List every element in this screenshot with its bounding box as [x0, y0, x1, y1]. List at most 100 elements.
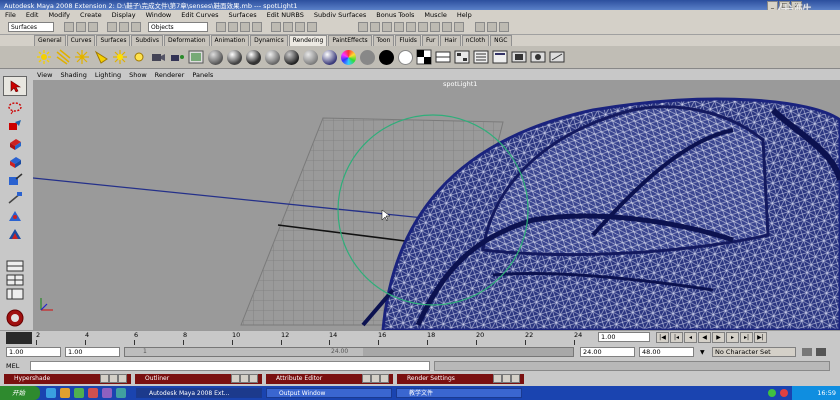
snap-point-icon[interactable]: [240, 22, 250, 32]
tray-icon[interactable]: [768, 389, 776, 397]
save-scene-icon[interactable]: [88, 22, 98, 32]
start-button[interactable]: 开始: [0, 386, 40, 400]
step-forward-frame-button[interactable]: ▸: [726, 332, 739, 343]
shelf-tab-subdivs[interactable]: Subdivs: [131, 35, 164, 46]
rainbow-shader-icon[interactable]: [340, 49, 356, 65]
step-back-frame-button[interactable]: ◂: [684, 332, 697, 343]
selection-mask-select[interactable]: Objects: [148, 22, 208, 32]
range-end-field[interactable]: 48.00: [639, 347, 694, 357]
range-bar-track[interactable]: 1 24.00: [124, 347, 574, 357]
shelf-tab-rendering[interactable]: Rendering: [288, 35, 328, 46]
menu-subdiv-surfaces[interactable]: Subdiv Surfaces: [309, 11, 371, 19]
shelf-tab-curves[interactable]: Curves: [66, 35, 96, 46]
menu-bonus-tools[interactable]: Bonus Tools: [371, 11, 419, 19]
shelf-tab-painteffects[interactable]: PaintEffects: [328, 35, 372, 46]
menu-create[interactable]: Create: [75, 11, 107, 19]
play-backwards-button[interactable]: ◀: [698, 332, 711, 343]
character-set-field[interactable]: No Character Set: [712, 347, 796, 357]
viewport-menu-renderer[interactable]: Renderer: [151, 71, 189, 79]
shelf-tab-general[interactable]: General: [34, 35, 66, 46]
perspective-viewport[interactable]: View Shading Lighting Show Renderer Panels sp…: [33, 70, 840, 330]
spot-light-icon[interactable]: [93, 49, 109, 65]
move-tool[interactable]: [3, 134, 27, 154]
history-icon[interactable]: [271, 22, 281, 32]
menu-modify[interactable]: Modify: [43, 11, 75, 19]
open-scene-icon[interactable]: [76, 22, 86, 32]
soft-mod-icon[interactable]: [442, 22, 452, 32]
lambert-shader-icon[interactable]: [207, 49, 223, 65]
step-back-key-button[interactable]: |◂: [670, 332, 683, 343]
show-manipulator-tool[interactable]: [3, 224, 27, 244]
show-manip-icon[interactable]: [454, 22, 464, 32]
universal-manipulator-tool[interactable]: [3, 188, 27, 208]
universal-manip-icon[interactable]: [430, 22, 440, 32]
menu-edit-nurbs[interactable]: Edit NURBS: [262, 11, 309, 19]
snap-curve-icon[interactable]: [228, 22, 238, 32]
scale-tool[interactable]: [3, 170, 27, 190]
menu-muscle[interactable]: Muscle: [419, 11, 452, 19]
lasso-tool[interactable]: [3, 98, 27, 118]
anisotropic-shader-icon[interactable]: [283, 49, 299, 65]
ambient-light-icon[interactable]: [36, 49, 52, 65]
task-output-window[interactable]: Output Window: [266, 388, 392, 398]
time-ruler[interactable]: 2 4 6 8 10 12 14 16 18 20 22 24: [36, 331, 596, 345]
point-light-icon[interactable]: [74, 49, 90, 65]
task-folder[interactable]: 教学文件: [396, 388, 522, 398]
rotate-tool[interactable]: [3, 152, 27, 172]
checker-texture-icon[interactable]: [416, 49, 432, 65]
animation-prefs-icon[interactable]: [816, 348, 826, 356]
shading-map-icon[interactable]: [397, 49, 413, 65]
shelf-tab-ngc[interactable]: NGC: [490, 35, 512, 46]
outliner-layout[interactable]: [3, 284, 27, 304]
menu-display[interactable]: Display: [107, 11, 141, 19]
menu-window[interactable]: Window: [141, 11, 177, 19]
viewport-menu-show[interactable]: Show: [125, 71, 151, 79]
tool-settings-icon[interactable]: [499, 22, 509, 32]
hypershade-icon[interactable]: [454, 49, 470, 65]
soft-modification-tool[interactable]: [3, 206, 27, 226]
blinn-shader-icon[interactable]: [226, 49, 242, 65]
ipr-icon[interactable]: [530, 49, 546, 65]
render-view-icon[interactable]: [435, 49, 451, 65]
camera-aim-icon[interactable]: [169, 49, 185, 65]
shelf-tab-dynamics[interactable]: Dynamics: [250, 35, 288, 46]
playback-end-field[interactable]: 24.00: [580, 347, 635, 357]
shelf-tab-deformation[interactable]: Deformation: [164, 35, 210, 46]
minimized-panel-close-button[interactable]: [380, 374, 389, 383]
minimized-panel-restore-button[interactable]: [362, 374, 371, 383]
tray-icon[interactable]: [780, 389, 788, 397]
viewport-menu-view[interactable]: View: [33, 71, 56, 79]
select-component-icon[interactable]: [131, 22, 141, 32]
select-object-icon[interactable]: [119, 22, 129, 32]
render-globals-icon[interactable]: [492, 49, 508, 65]
play-forwards-button[interactable]: ▶: [712, 332, 725, 343]
attribute-editor-icon[interactable]: [487, 22, 497, 32]
minimized-panel-maximize-button[interactable]: [109, 374, 118, 383]
shelf-tab-toon[interactable]: Toon: [372, 35, 395, 46]
camera-aim-up-icon[interactable]: [188, 49, 204, 65]
quick-launch-folder-icon[interactable]: [60, 388, 70, 398]
menu-file[interactable]: File: [0, 11, 21, 19]
auto-key-icon[interactable]: [802, 348, 812, 356]
paint-select-icon[interactable]: [382, 22, 392, 32]
minimized-panel-maximize-button[interactable]: [502, 374, 511, 383]
lasso-tool-icon[interactable]: [370, 22, 380, 32]
task-maya[interactable]: Autodesk Maya 2008 Ext...: [136, 388, 262, 398]
current-frame-field[interactable]: 1.00: [598, 332, 650, 342]
go-to-end-button[interactable]: ▶|: [754, 332, 767, 343]
volume-light-icon[interactable]: [131, 49, 147, 65]
playback-start-field[interactable]: 1.00: [65, 347, 120, 357]
menu-surfaces[interactable]: Surfaces: [223, 11, 261, 19]
select-hierarchy-icon[interactable]: [107, 22, 117, 32]
snap-grid-icon[interactable]: [216, 22, 226, 32]
menu-edit[interactable]: Edit: [21, 11, 44, 19]
go-to-start-button[interactable]: |◀: [656, 332, 669, 343]
snapshot-icon[interactable]: [549, 49, 565, 65]
camera-icon[interactable]: [150, 49, 166, 65]
shelf-tab-hair[interactable]: Hair: [440, 35, 461, 46]
quick-launch-ie-icon[interactable]: [46, 388, 56, 398]
scale-tool-icon[interactable]: [418, 22, 428, 32]
shelf-tab-surfaces[interactable]: Surfaces: [96, 35, 131, 46]
quick-launch-desktop-icon[interactable]: [74, 388, 84, 398]
minimized-panel-close-button[interactable]: [118, 374, 127, 383]
